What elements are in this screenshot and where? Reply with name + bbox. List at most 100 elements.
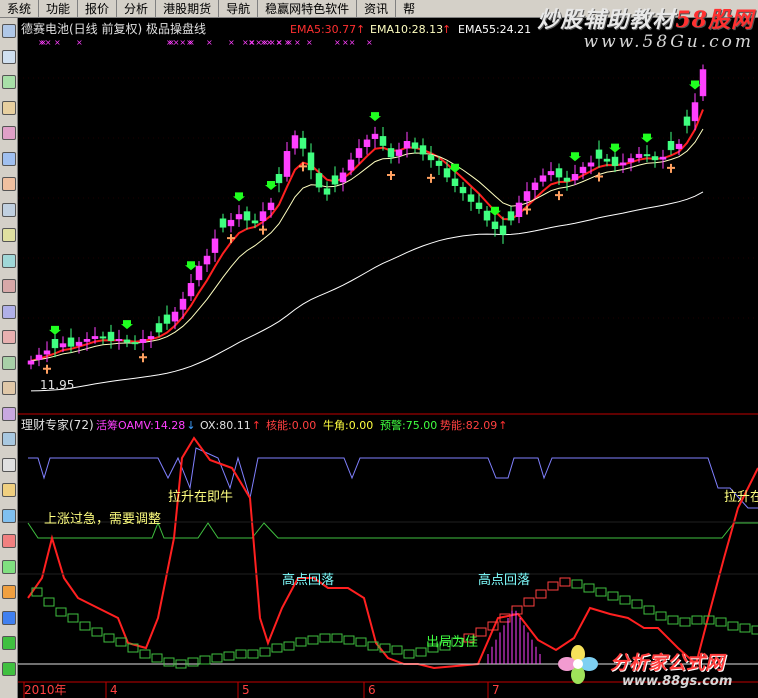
toolbar-button-icon[interactable] — [2, 355, 16, 370]
toolbar-button-icon[interactable] — [2, 279, 16, 293]
candle-body — [475, 202, 483, 209]
toolbar-button-icon[interactable] — [2, 24, 16, 38]
left-toolbar — [0, 18, 18, 698]
candle-body — [611, 156, 619, 166]
candle-body — [515, 202, 523, 217]
candle-body — [531, 182, 539, 191]
candle-body — [539, 175, 547, 182]
candle-body — [659, 156, 667, 160]
toolbar-button-icon[interactable] — [2, 151, 16, 166]
candle-body — [691, 102, 699, 122]
candle-body — [467, 194, 475, 202]
low-price-label: 11.95 — [40, 378, 74, 392]
menu-item-system[interactable]: 系统 — [0, 0, 38, 17]
toolbar-button-icon[interactable] — [2, 304, 16, 319]
candle-body — [579, 166, 587, 174]
candle-body — [635, 153, 643, 158]
candle-body — [491, 221, 499, 230]
annotation-high-fall-1: 高点回落 — [282, 572, 334, 588]
candle-body — [683, 116, 691, 126]
x-axis-label: 6 — [368, 683, 376, 697]
menu-item-function[interactable]: 功能 — [38, 0, 77, 17]
candle-body — [35, 354, 43, 360]
candle-body — [203, 255, 211, 265]
candle-body — [379, 136, 387, 146]
sub-value-label: 活筹OAMV:14.28 — [96, 418, 185, 432]
menu-item-special-software[interactable]: 稳赢网特色软件 — [257, 0, 356, 17]
sub-value-arrow: ↑ — [498, 419, 507, 432]
chart-background — [18, 18, 758, 698]
menu-item-quote[interactable]: 报价 — [77, 0, 116, 17]
toolbar-button-icon[interactable] — [2, 432, 16, 446]
watermark-bottom-title: 分析家公式网 — [610, 652, 725, 674]
sub-value-label: 核能:0.00 — [266, 418, 316, 432]
candle-body — [67, 337, 75, 347]
toolbar-button-icon[interactable] — [2, 177, 16, 191]
toolbar-button-icon[interactable] — [2, 559, 16, 574]
toolbar-button-icon[interactable] — [2, 381, 16, 395]
candle-body — [307, 152, 315, 171]
candle-body — [667, 141, 675, 151]
candle-body — [75, 341, 83, 346]
candle-body — [395, 149, 403, 156]
toolbar-button-icon[interactable] — [2, 49, 16, 64]
sub-value-label: 牛角:0.00 — [323, 418, 373, 432]
candle-body — [547, 171, 555, 176]
top-x-marker: × — [294, 38, 301, 47]
sub-value-arrow: ↑ — [252, 419, 261, 432]
menu-item-hk-futures[interactable]: 港股期货 — [155, 0, 218, 17]
toolbar-button-icon[interactable] — [2, 228, 16, 242]
toolbar-button-icon[interactable] — [2, 253, 16, 268]
candle-body — [171, 311, 179, 322]
toolbar-button-icon[interactable] — [2, 457, 16, 472]
candle-body — [139, 339, 147, 343]
menu-item-help[interactable]: 帮 — [395, 0, 422, 17]
sub-value-arrow: ↓ — [186, 419, 195, 432]
candle-body — [131, 342, 139, 345]
candle-body — [555, 168, 563, 178]
annotation-pull-up-1: 拉升在即牛 — [168, 490, 233, 505]
x-axis-label: 4 — [110, 683, 118, 697]
candle-body — [299, 137, 307, 149]
sub-value-label: OX:80.11 — [200, 419, 251, 432]
toolbar-button-icon[interactable] — [2, 202, 16, 217]
toolbar-button-icon[interactable] — [2, 585, 16, 599]
candle-body — [499, 225, 507, 235]
candle-body — [347, 159, 355, 171]
menu-item-analysis[interactable]: 分析 — [116, 0, 155, 17]
ema5-arrow: ↑ — [356, 23, 365, 36]
candle-body — [451, 178, 459, 186]
sub-value-label: 预警:75.00 — [380, 418, 437, 432]
candle-body — [83, 339, 91, 342]
toolbar-button-icon[interactable] — [2, 100, 16, 115]
toolbar-button-icon[interactable] — [2, 330, 16, 344]
toolbar-button-icon[interactable] — [2, 126, 16, 140]
ema55-label: EMA55:24.21 — [458, 23, 531, 36]
watermark-bottom: 分析家公式网 www.88gs.com — [556, 640, 756, 696]
toolbar-button-icon[interactable] — [2, 406, 16, 421]
candle-body — [619, 162, 627, 166]
toolbar-button-icon[interactable] — [2, 534, 16, 548]
toolbar-button-icon[interactable] — [2, 508, 16, 523]
menu-bar: 系统 功能 报价 分析 港股期货 导航 稳赢网特色软件 资讯 帮 — [0, 0, 758, 18]
toolbar-button-icon[interactable] — [2, 75, 16, 89]
toolbar-button-icon[interactable] — [2, 483, 16, 497]
candle-body — [563, 177, 571, 182]
candle-body — [235, 214, 243, 220]
candle-body — [187, 283, 195, 297]
toolbar-button-icon[interactable] — [2, 610, 16, 625]
candle-body — [51, 339, 59, 349]
candle-body — [627, 158, 635, 163]
menu-item-navigation[interactable]: 导航 — [218, 0, 257, 17]
candle-body — [275, 174, 283, 184]
candle-body — [219, 218, 227, 228]
candle-body — [107, 331, 115, 341]
menu-item-news[interactable]: 资讯 — [356, 0, 395, 17]
toolbar-button-icon[interactable] — [2, 661, 16, 676]
candle-body — [435, 160, 443, 166]
flower-logo-icon — [558, 645, 598, 684]
candle-body — [59, 343, 67, 348]
candle-body — [27, 360, 35, 365]
candle-body — [443, 168, 451, 178]
toolbar-button-icon[interactable] — [2, 636, 16, 650]
